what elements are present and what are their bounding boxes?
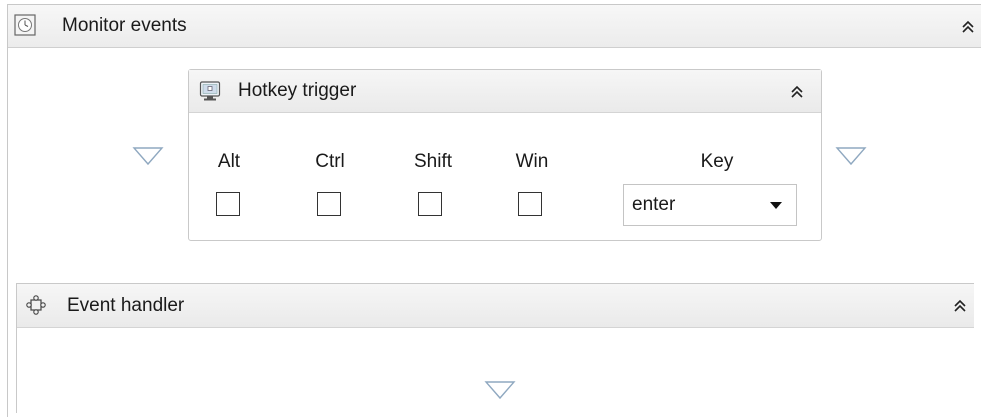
double-chevron-up-icon[interactable] [952, 298, 968, 314]
event-handler-activity[interactable]: Event handler [16, 283, 974, 413]
monitor-events-header[interactable]: Monitor events [8, 5, 981, 48]
double-chevron-up-icon[interactable] [789, 84, 805, 100]
monitor-events-title: Monitor events [62, 15, 187, 36]
hotkey-trigger-title: Hotkey trigger [238, 80, 357, 101]
clock-icon [14, 14, 36, 36]
hotkey-trigger-card[interactable]: Hotkey trigger Alt Ctrl Shift Win Key en… [188, 69, 822, 241]
event-handler-title: Event handler [67, 295, 185, 316]
shift-checkbox[interactable] [418, 192, 442, 216]
key-dropdown[interactable]: enter [623, 184, 797, 226]
dropdown-arrow-icon[interactable] [770, 202, 782, 209]
monitor-icon [199, 81, 221, 101]
ctrl-checkbox[interactable] [317, 192, 341, 216]
ctrl-label: Ctrl [315, 151, 345, 172]
triangle-down-icon[interactable] [835, 146, 867, 166]
alt-label: Alt [217, 151, 241, 172]
hotkey-trigger-header[interactable]: Hotkey trigger [189, 70, 821, 113]
double-chevron-up-icon[interactable] [960, 19, 976, 35]
win-label: Win [515, 151, 549, 172]
triangle-down-icon[interactable] [484, 380, 516, 400]
triangle-down-icon[interactable] [132, 146, 164, 166]
shift-label: Shift [413, 151, 453, 172]
win-checkbox[interactable] [518, 192, 542, 216]
alt-checkbox[interactable] [216, 192, 240, 216]
puzzle-icon [26, 295, 46, 315]
key-dropdown-value: enter [632, 194, 676, 215]
key-label: Key [700, 151, 734, 172]
event-handler-header[interactable]: Event handler [17, 284, 974, 328]
